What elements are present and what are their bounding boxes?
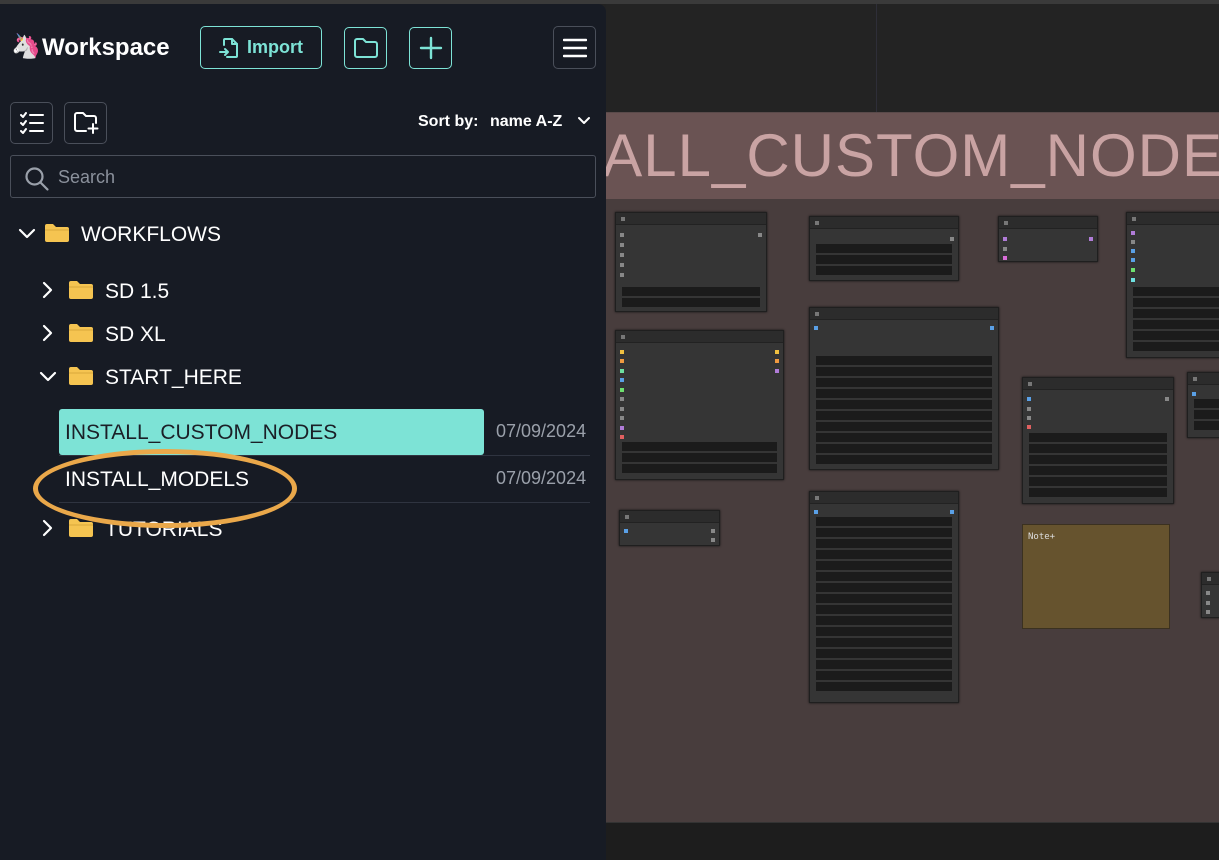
canvas-node[interactable] [619, 510, 720, 546]
canvas-node[interactable] [809, 216, 959, 281]
sort-label: Sort by: [418, 113, 479, 130]
import-button[interactable]: Import [200, 26, 322, 69]
tree-item-sdxl[interactable]: SD XL [38, 318, 594, 350]
folder-icon [69, 367, 93, 385]
tree-item-sd15[interactable]: SD 1.5 [38, 275, 594, 307]
file-date: 07/09/2024 [496, 421, 587, 441]
canvas-node[interactable] [1201, 572, 1219, 618]
canvas-node[interactable] [615, 330, 784, 480]
hamburger-menu-icon [562, 38, 587, 57]
import-button-label: Import [247, 37, 303, 57]
folder-icon [353, 38, 378, 58]
folder-plus-icon [73, 112, 98, 134]
menu-button[interactable] [553, 26, 596, 69]
canvas-node[interactable] [809, 491, 959, 703]
tree-item-label: SD XL [105, 323, 166, 346]
search-icon [25, 167, 49, 191]
canvas-node[interactable] [615, 212, 767, 312]
sort-select[interactable]: name A-Z [490, 113, 562, 131]
sidebar-title: Workspace [42, 34, 170, 61]
tree-item-label: SD 1.5 [105, 280, 170, 303]
folder-icon [45, 224, 69, 242]
note-node[interactable]: Note+ [1022, 524, 1170, 629]
canvas-node[interactable] [809, 307, 999, 470]
tree-item-label: START_HERE [105, 366, 242, 389]
new-workflow-button[interactable] [409, 27, 452, 69]
group-header[interactable]: INSTALL_CUSTOM_NODES [606, 113, 1219, 199]
tree-item-workflows[interactable]: WORKFLOWS [14, 218, 594, 250]
tree-item-label: WORKFLOWS [81, 223, 221, 246]
highlight-annotation [33, 449, 297, 528]
search-box[interactable] [10, 155, 596, 198]
chevron-right-icon [42, 324, 53, 342]
group-title: INSTALL_CUSTOM_NODES [606, 122, 1219, 189]
tree-item-start-here[interactable]: START_HERE [38, 361, 594, 393]
chevron-down-icon[interactable] [577, 116, 591, 126]
multi-select-button[interactable] [10, 102, 53, 144]
chevron-down-icon [18, 228, 36, 239]
canvas-node[interactable] [1126, 212, 1219, 358]
open-folder-button[interactable] [344, 27, 387, 69]
canvas-node[interactable] [998, 216, 1098, 262]
note-label: Note+ [1028, 532, 1056, 542]
plus-icon [419, 36, 442, 60]
workspace-sidebar: 🦄 Workspace Import Sort by: name A-Z Sea… [0, 4, 606, 860]
search-input[interactable] [58, 162, 578, 192]
folder-icon [69, 281, 93, 299]
canvas-background [606, 4, 1219, 112]
checklist-icon [19, 112, 44, 134]
file-date: 07/09/2024 [496, 468, 587, 488]
chevron-right-icon [42, 281, 53, 299]
folder-icon [69, 324, 93, 342]
unicorn-icon: 🦄 [11, 33, 41, 60]
workflow-file-item[interactable]: INSTALL_CUSTOM_NODES [59, 409, 484, 455]
chevron-right-icon [42, 519, 53, 537]
file-name: INSTALL_CUSTOM_NODES [65, 421, 338, 444]
file-import-icon [219, 37, 238, 58]
canvas-status-bar [606, 822, 1219, 860]
canvas-node[interactable] [1187, 372, 1219, 438]
new-folder-button[interactable] [64, 102, 107, 144]
canvas-node[interactable] [1022, 377, 1174, 504]
chevron-down-icon [39, 371, 57, 382]
